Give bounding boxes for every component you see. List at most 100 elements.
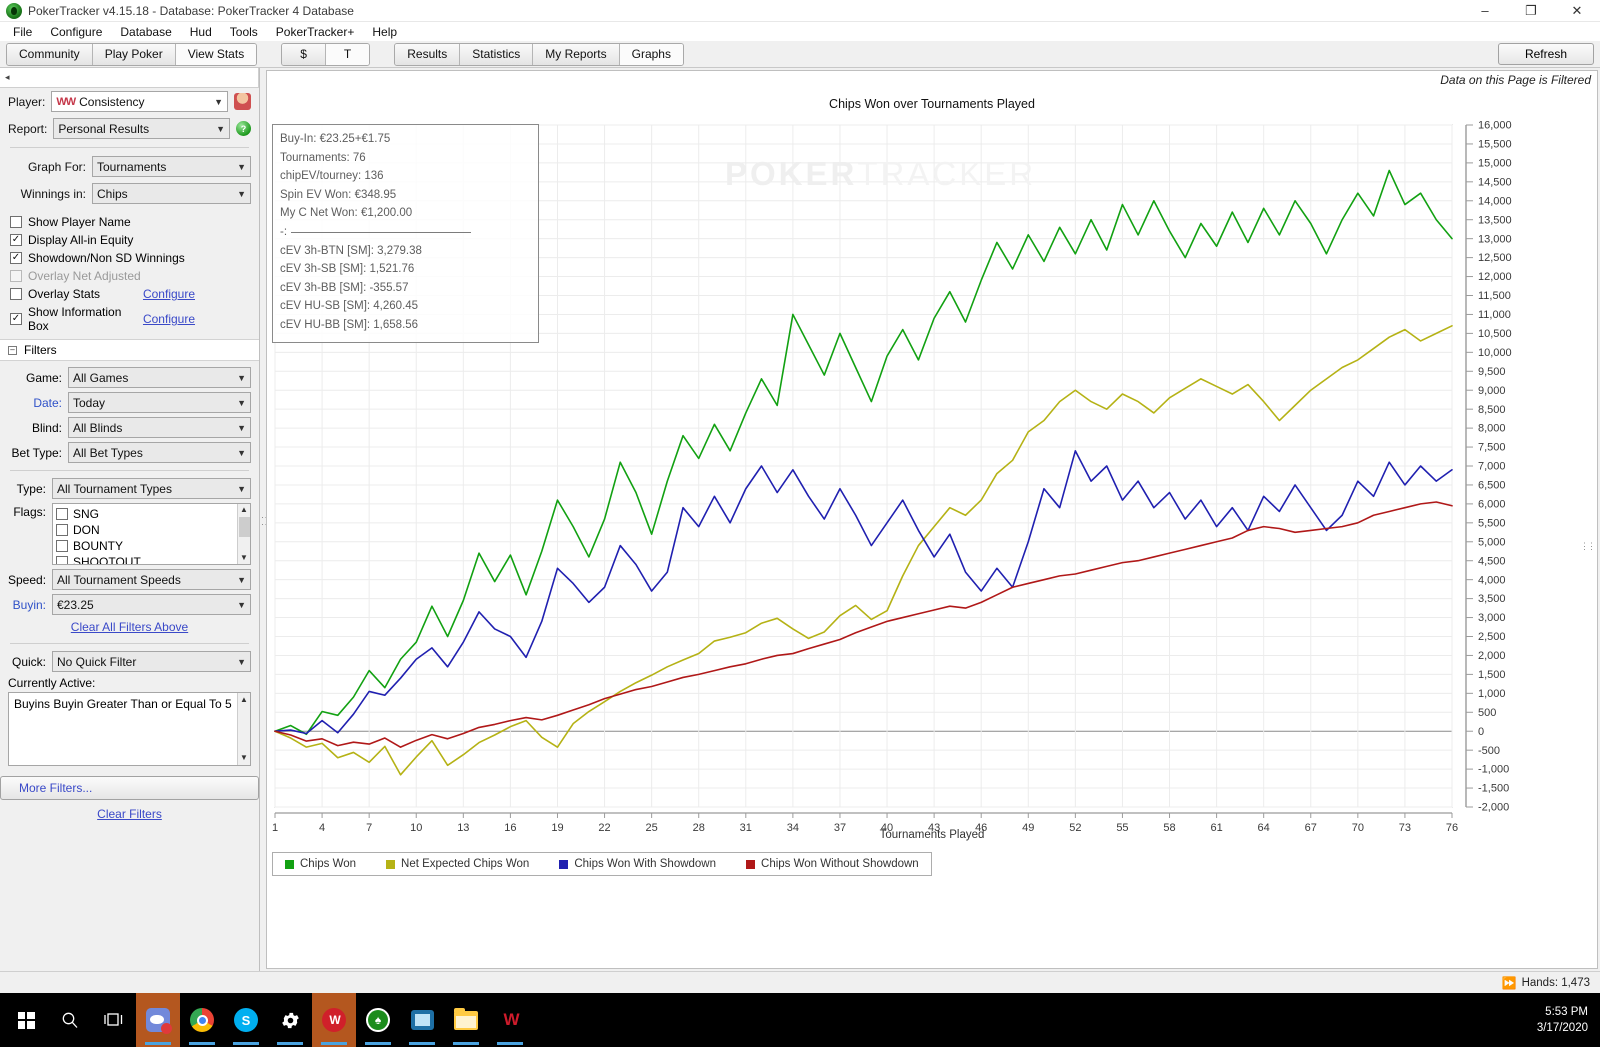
file-explorer-app[interactable] bbox=[444, 993, 488, 1047]
player-avatar-icon[interactable] bbox=[234, 93, 251, 110]
info-line: cEV HU-BB [SM]: 1,658.56 bbox=[280, 316, 531, 335]
skype-app[interactable]: S bbox=[224, 993, 268, 1047]
scrollbar-thumb[interactable] bbox=[239, 517, 250, 537]
checkbox-box: ✓ bbox=[10, 234, 22, 246]
legend-item-chips-won-without-showdown[interactable]: Chips Won Without Showdown bbox=[746, 858, 919, 870]
filter-game-select[interactable]: All Games ▼ bbox=[68, 367, 251, 388]
menu-hud[interactable]: Hud bbox=[181, 23, 221, 41]
help-globe-icon[interactable]: ? bbox=[236, 121, 251, 136]
refresh-button[interactable]: Refresh bbox=[1498, 43, 1594, 65]
menu-help[interactable]: Help bbox=[363, 23, 406, 41]
clear-all-filters-above-row: Clear All Filters Above bbox=[0, 617, 259, 638]
tab-my-reports[interactable]: My Reports bbox=[533, 44, 619, 65]
menu-configure[interactable]: Configure bbox=[41, 23, 111, 41]
pokertracker-app[interactable]: W bbox=[312, 993, 356, 1047]
menu-tools[interactable]: Tools bbox=[221, 23, 267, 41]
currently-active-list[interactable]: Buyins Buyin Greater Than or Equal To 5 … bbox=[8, 692, 251, 766]
task-view-icon bbox=[104, 1012, 124, 1028]
filter-bet-type-select[interactable]: All Bet Types ▼ bbox=[68, 442, 251, 463]
tab-results[interactable]: Results bbox=[395, 44, 460, 65]
checkbox-show-information-box[interactable]: ✓ bbox=[10, 313, 22, 325]
svg-text:8,500: 8,500 bbox=[1478, 404, 1506, 416]
nav-view-stats-button[interactable]: View Stats bbox=[176, 44, 256, 65]
chrome-app[interactable] bbox=[180, 993, 224, 1047]
filter-date-select[interactable]: Today ▼ bbox=[68, 392, 251, 413]
w-app[interactable]: W bbox=[488, 993, 532, 1047]
flag-item[interactable]: SNG bbox=[56, 506, 237, 522]
legend-swatch-icon bbox=[386, 860, 395, 869]
svg-text:1,500: 1,500 bbox=[1478, 669, 1506, 681]
scroll-up-icon[interactable]: ▲ bbox=[240, 504, 248, 516]
filter-buyin-row: Buyin: €23.25 ▼ bbox=[0, 592, 259, 617]
remote-desktop-app[interactable] bbox=[400, 993, 444, 1047]
graph-for-select[interactable]: Tournaments ▼ bbox=[92, 156, 251, 177]
settings-app[interactable] bbox=[268, 993, 312, 1047]
maximize-button[interactable]: ❐ bbox=[1508, 0, 1554, 22]
winnings-in-select[interactable]: Chips ▼ bbox=[92, 183, 251, 204]
checkbox-box bbox=[56, 508, 68, 520]
currency-tournament-button[interactable]: T bbox=[326, 44, 369, 65]
scroll-up-icon[interactable]: ▲ bbox=[240, 694, 248, 706]
scroll-down-icon[interactable]: ▼ bbox=[240, 552, 248, 564]
overlay-stats-configure-link[interactable]: Configure bbox=[143, 287, 195, 301]
filter-quick-select[interactable]: No Quick Filter ▼ bbox=[52, 651, 251, 672]
search-button[interactable] bbox=[48, 993, 92, 1047]
nav-community-button[interactable]: Community bbox=[7, 44, 93, 65]
flags-list[interactable]: SNG DON BOUNTY SHOOTOUT bbox=[52, 503, 251, 565]
filter-blind-select[interactable]: All Blinds ▼ bbox=[68, 417, 251, 438]
chart-area: POKERTRACKER Buy-In: €23.25+€1.75 Tourna… bbox=[267, 117, 1597, 880]
svg-text:9,000: 9,000 bbox=[1478, 385, 1506, 397]
menu-file[interactable]: File bbox=[4, 23, 41, 41]
report-row: Report: Personal Results ▼ ? bbox=[0, 115, 259, 142]
clear-filters-link[interactable]: Clear Filters bbox=[97, 807, 162, 821]
report-select[interactable]: Personal Results ▼ bbox=[53, 118, 230, 139]
player-value: Consistency bbox=[79, 95, 144, 109]
minimize-button[interactable]: – bbox=[1462, 0, 1508, 22]
checkbox-overlay-stats[interactable] bbox=[10, 288, 22, 300]
chevron-left-icon: ◂ bbox=[5, 72, 10, 83]
menu-pokertracker-plus[interactable]: PokerTracker+ bbox=[267, 23, 364, 41]
scroll-down-icon[interactable]: ▼ bbox=[240, 752, 248, 764]
task-view-button[interactable] bbox=[92, 993, 136, 1047]
filters-header-label: Filters bbox=[24, 343, 57, 357]
holdem-manager-app[interactable]: ♠ bbox=[356, 993, 400, 1047]
flag-item[interactable]: DON bbox=[56, 522, 237, 538]
flag-item[interactable]: SHOOTOUT bbox=[56, 554, 237, 565]
active-scrollbar[interactable]: ▲ ▼ bbox=[237, 693, 250, 765]
tab-graphs[interactable]: Graphs bbox=[620, 44, 683, 65]
filter-buyin-select[interactable]: €23.25 ▼ bbox=[52, 594, 251, 615]
discord-app[interactable] bbox=[136, 993, 180, 1047]
filters-section-header[interactable]: – Filters bbox=[0, 339, 259, 361]
clear-filters-row: Clear Filters bbox=[0, 800, 259, 825]
checkbox-showdown-non-sd-winnings[interactable]: ✓ Showdown/Non SD Winnings bbox=[0, 249, 259, 267]
checkbox-box: ✓ bbox=[10, 252, 22, 264]
svg-text:12,500: 12,500 bbox=[1478, 252, 1512, 264]
info-line: cEV 3h-BB [SM]: -355.57 bbox=[280, 279, 531, 298]
currently-active-row: Buyins Buyin Greater Than or Equal To 5 … bbox=[0, 692, 259, 768]
checkbox-display-all-in-equity[interactable]: ✓ Display All-in Equity bbox=[0, 231, 259, 249]
legend-item-chips-won-with-showdown[interactable]: Chips Won With Showdown bbox=[559, 858, 716, 870]
nav-play-poker-button[interactable]: Play Poker bbox=[93, 44, 176, 65]
filter-flags-label: Flags: bbox=[8, 503, 46, 519]
sidebar-collapse-button[interactable]: ◂ bbox=[0, 68, 259, 88]
more-filters-button[interactable]: More Filters... bbox=[0, 776, 259, 800]
taskbar-clock[interactable]: 5:53 PM 3/17/2020 bbox=[1537, 1004, 1600, 1036]
start-button[interactable] bbox=[4, 993, 48, 1047]
flags-scrollbar[interactable]: ▲ ▼ bbox=[237, 504, 250, 564]
legend-item-net-expected-chips-won[interactable]: Net Expected Chips Won bbox=[386, 858, 529, 870]
flag-item[interactable]: BOUNTY bbox=[56, 538, 237, 554]
close-button[interactable]: ✕ bbox=[1554, 0, 1600, 22]
winnings-in-row: Winnings in: Chips ▼ bbox=[0, 180, 259, 207]
checkbox-show-player-name[interactable]: Show Player Name bbox=[0, 213, 259, 231]
currency-dollar-button[interactable]: $ bbox=[282, 44, 326, 65]
filter-type-select[interactable]: All Tournament Types ▼ bbox=[52, 478, 251, 499]
player-select[interactable]: WW Consistency ▼ bbox=[51, 91, 228, 112]
menu-database[interactable]: Database bbox=[111, 23, 180, 41]
legend-item-chips-won[interactable]: Chips Won bbox=[285, 858, 356, 870]
filter-speed-select[interactable]: All Tournament Speeds ▼ bbox=[52, 569, 251, 590]
right-pane-splitter[interactable]: ⋮⋮ bbox=[1580, 541, 1594, 552]
checkbox-box bbox=[56, 540, 68, 552]
clear-all-filters-above-link[interactable]: Clear All Filters Above bbox=[71, 620, 188, 634]
tab-statistics[interactable]: Statistics bbox=[460, 44, 533, 65]
information-box-configure-link[interactable]: Configure bbox=[143, 312, 195, 326]
